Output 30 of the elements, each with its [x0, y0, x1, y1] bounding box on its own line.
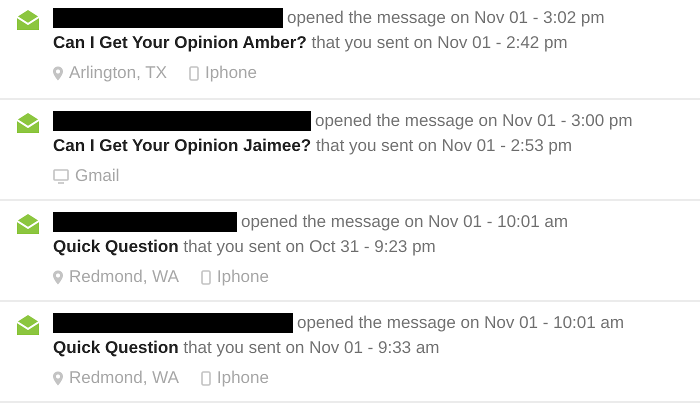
email-subject: Quick Question [53, 237, 179, 256]
phone-icon [188, 66, 199, 80]
location-pin-icon [53, 66, 63, 80]
email-subject: Can I Get Your Opinion Amber? [53, 33, 307, 52]
location-text: Redmond, WA [69, 267, 179, 287]
open-event-text: opened the message on Nov 01 - 3:02 pm [287, 8, 605, 28]
open-envelope-icon [17, 315, 39, 335]
open-envelope-icon [17, 113, 39, 133]
open-event-text: opened the message on Nov 01 - 10:01 am [241, 212, 568, 232]
device-text: Iphone [204, 63, 257, 83]
sent-time: that you sent on Nov 01 - 2:42 pm [312, 33, 568, 52]
location-text: Arlington, TX [69, 63, 167, 83]
location-text: Redmond, WA [69, 368, 179, 388]
device-text: Iphone [216, 267, 269, 287]
device-text: Iphone [216, 368, 269, 388]
monitor-icon [53, 168, 69, 184]
sent-time: that you sent on Oct 31 - 9:23 pm [183, 237, 436, 256]
location-pin-icon [53, 370, 63, 386]
phone-icon [200, 370, 211, 386]
phone-icon [200, 270, 211, 284]
open-event-text: opened the message on Nov 01 - 3:00 pm [315, 111, 633, 131]
device-text: Gmail [75, 166, 120, 186]
location-pin-icon [53, 270, 63, 284]
open-event-text: opened the message on Nov 01 - 10:01 am [297, 313, 624, 333]
email-subject: Quick Question [53, 338, 179, 357]
email-subject: Can I Get Your Opinion Jaimee? [53, 136, 312, 155]
sent-time: that you sent on Nov 01 - 9:33 am [183, 338, 440, 357]
open-envelope-icon [17, 10, 39, 30]
open-envelope-icon [17, 214, 39, 234]
sent-time: that you sent on Nov 01 - 2:53 pm [316, 136, 572, 155]
